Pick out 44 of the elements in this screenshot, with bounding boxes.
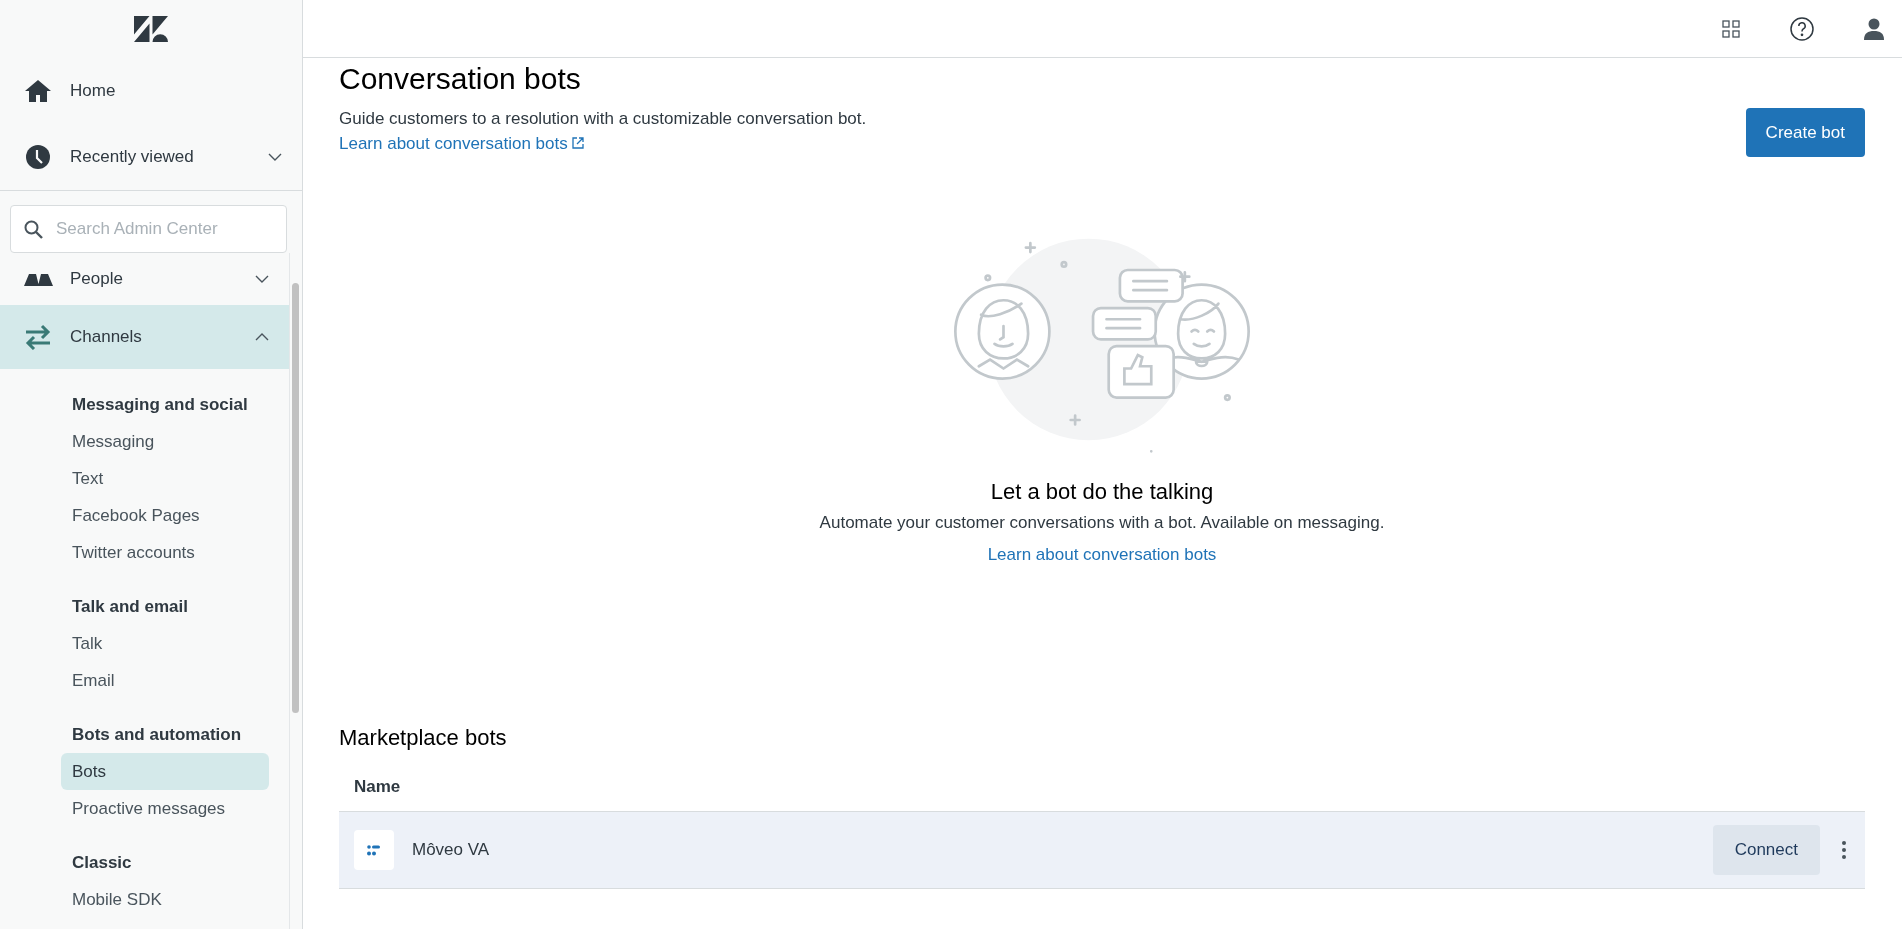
sidebar-item[interactable]: People (0, 253, 289, 305)
bot-logo-icon (354, 830, 394, 870)
search-icon (24, 220, 43, 239)
bot-name: Môveo VA (412, 840, 491, 860)
nav-link[interactable]: Mobile SDK (61, 881, 269, 918)
empty-state-text: Automate your customer conversations with a bot. Available on messaging. (819, 513, 1385, 533)
nav-link[interactable]: Twitter accounts (61, 534, 269, 571)
section-heading: Bots and automation (71, 724, 243, 746)
section-heading: Classic (71, 852, 133, 874)
nav-link[interactable]: Proactive messages (61, 790, 269, 827)
create-bot-button[interactable]: Create bot (1745, 108, 1865, 157)
user-icon[interactable] (1864, 17, 1884, 40)
scrollbar-thumb[interactable] (292, 283, 299, 713)
learn-more-link[interactable]: Learn about conversation bots (339, 134, 585, 153)
nav-link[interactable]: Facebook Pages (61, 497, 269, 534)
table-row[interactable]: Môveo VA Connect (339, 812, 1865, 889)
search-field[interactable]: Search Admin Center (10, 205, 287, 253)
chevron-down-icon (255, 275, 269, 283)
chevron-down-icon (268, 153, 282, 161)
nav-link[interactable]: Email (61, 662, 269, 699)
arrows-icon (24, 324, 52, 350)
logo-icon[interactable] (134, 16, 168, 42)
section-title: Marketplace bots (339, 725, 508, 751)
section-heading: Messaging and social (71, 394, 249, 416)
page-title: Conversation bots (339, 62, 582, 96)
help-icon[interactable] (1790, 16, 1814, 41)
connect-button[interactable]: Connect (1712, 825, 1820, 875)
page-description: Guide customers to a resolution with a customizable conversation bot. Learn about conversation bots (339, 108, 868, 155)
sidebar-item[interactable]: Channels (0, 305, 289, 369)
apps-grid-icon[interactable] (1722, 19, 1740, 38)
nav-link[interactable]: Bots (61, 753, 269, 790)
home-icon (24, 79, 52, 103)
sidebar-item[interactable]: Home (0, 58, 302, 124)
external-link-icon (572, 137, 585, 149)
clock-icon (26, 145, 50, 169)
nav-link[interactable]: Text (61, 460, 269, 497)
sidebar-item[interactable]: Recently viewed (0, 124, 302, 191)
learn-more-link[interactable]: Learn about conversation bots (987, 545, 1217, 565)
nav-link[interactable]: Messaging (61, 423, 269, 460)
people-icon (23, 272, 53, 286)
section-heading: Talk and email (71, 596, 189, 618)
nav-link[interactable]: Talk (61, 625, 269, 662)
chevron-up-icon (255, 333, 269, 341)
empty-state-heading: Let a bot do the talking (990, 479, 1214, 505)
